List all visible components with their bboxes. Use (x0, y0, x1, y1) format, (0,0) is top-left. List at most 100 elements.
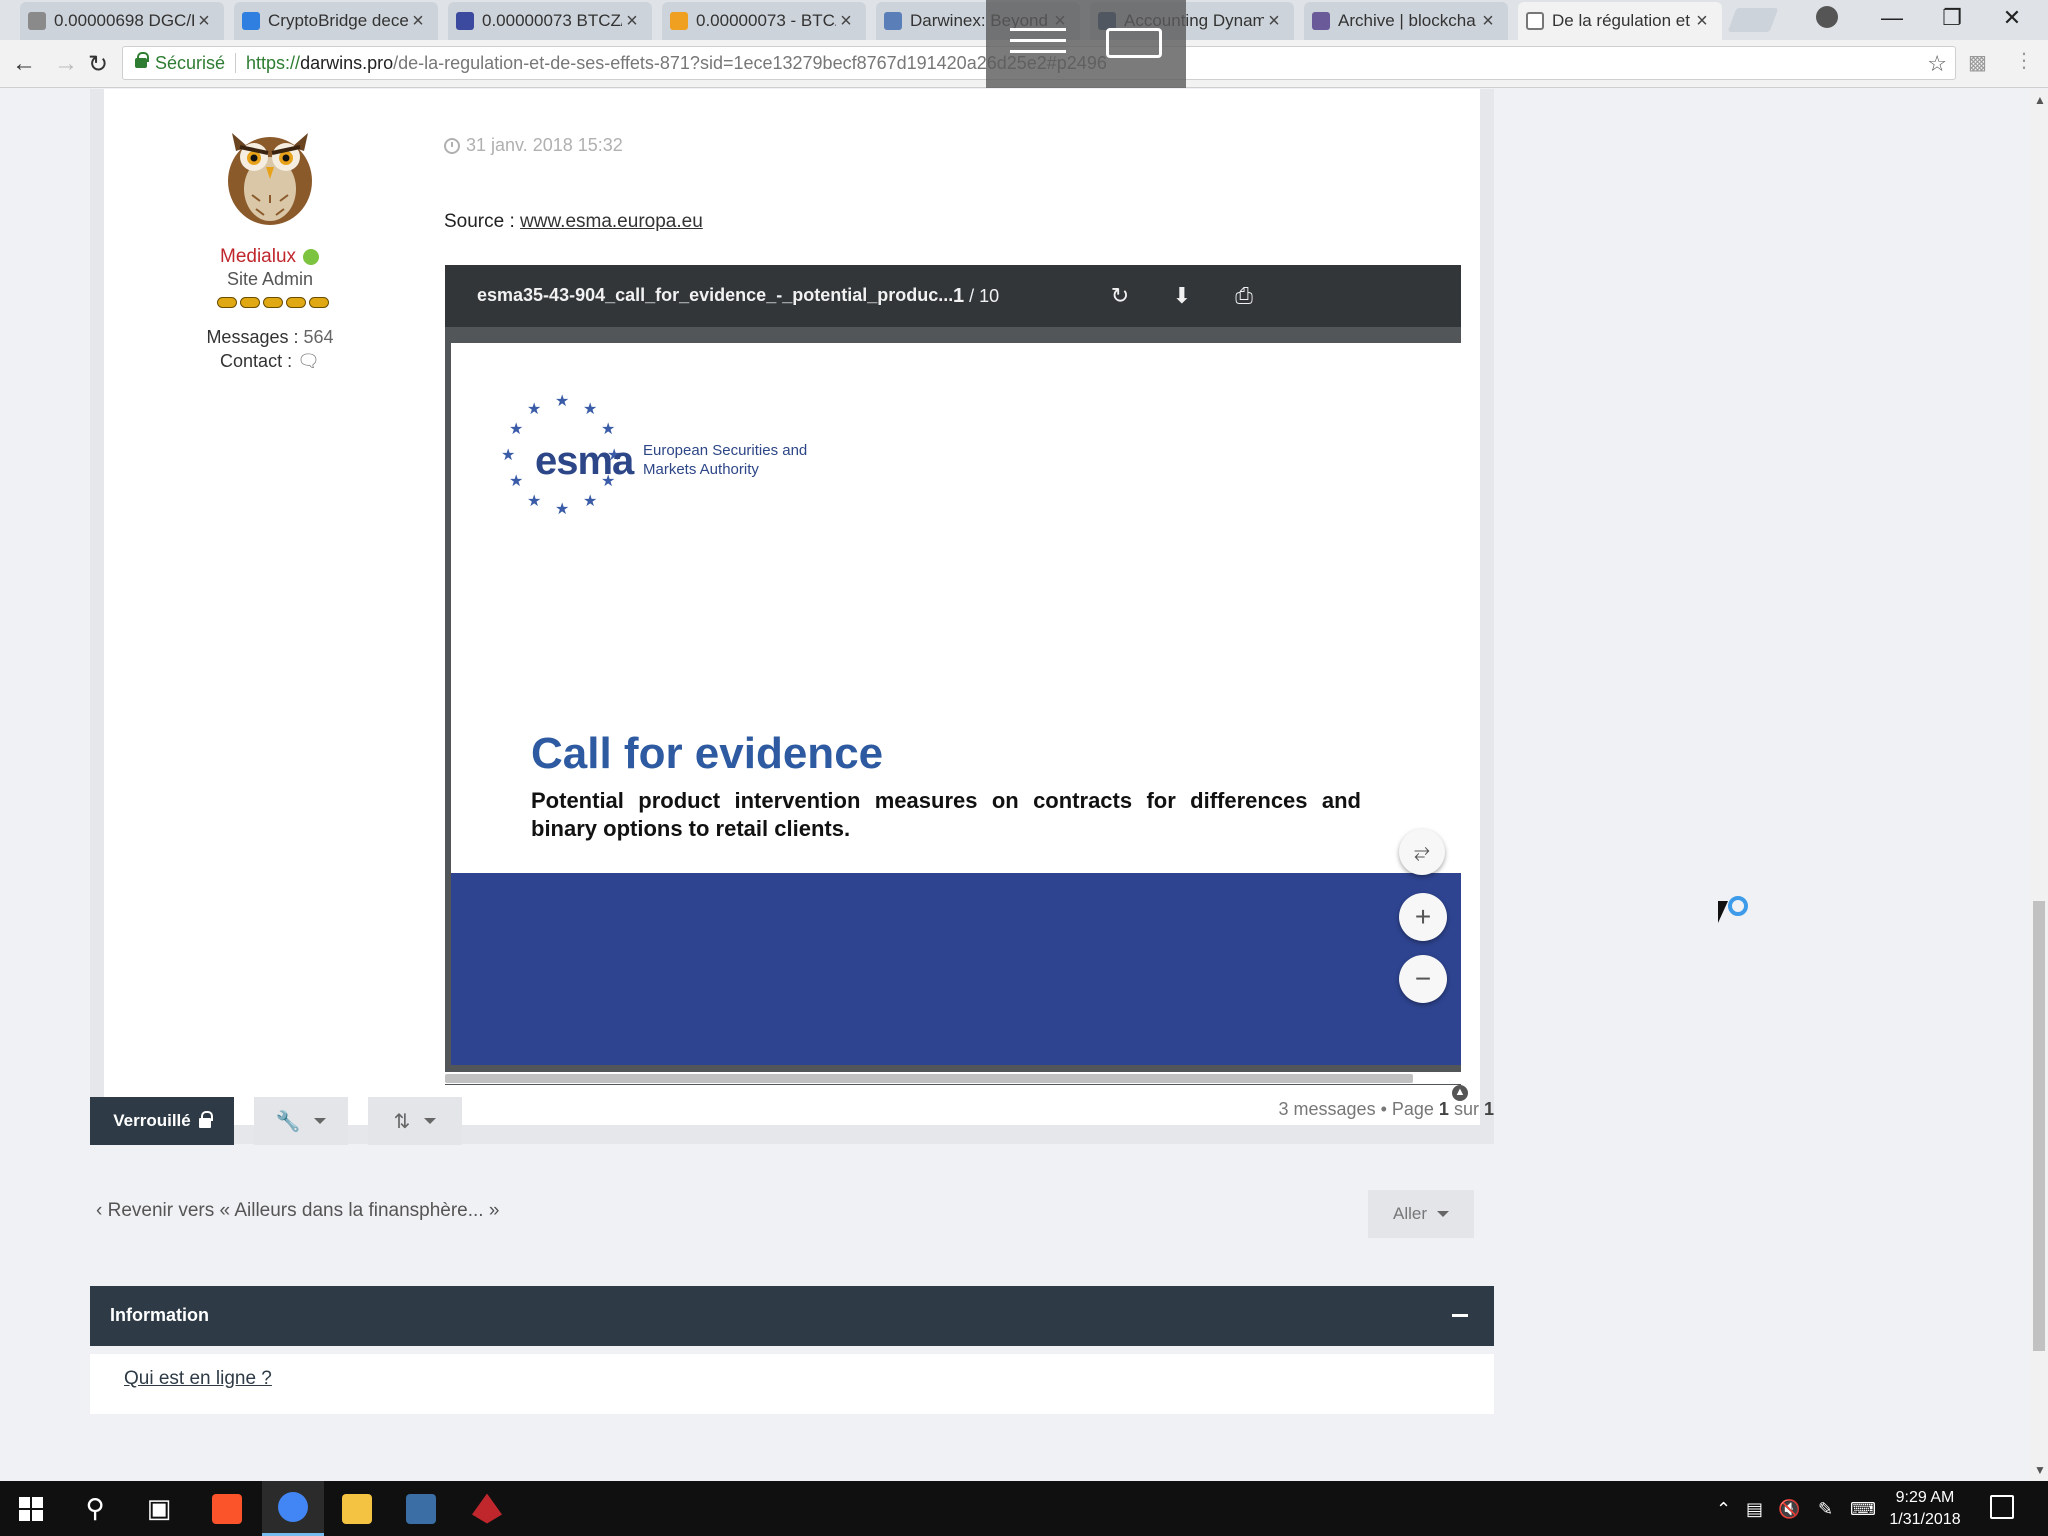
secure-label: Sécurisé (155, 52, 226, 73)
information-title: Information (110, 1305, 209, 1325)
goto-label: Aller (1392, 1204, 1427, 1223)
app-icon[interactable] (390, 1481, 452, 1536)
pdf-page: ★ ★ ★ ★ ★ ★ ★ ★ ★ ★ ★ ★ esma European Se… (451, 343, 1461, 873)
tab-close-icon[interactable]: × (622, 10, 642, 33)
network-icon[interactable]: ▤ (1746, 1499, 1763, 1520)
tab-title: 0.00000073 BTCZ/ (482, 11, 622, 30)
browser-tab[interactable]: CryptoBridge dece × (234, 2, 438, 40)
tab-close-icon[interactable]: × (836, 10, 856, 33)
pdf-page-total: 10 (979, 286, 1000, 306)
tab-close-icon[interactable]: × (1478, 10, 1498, 33)
page-content: Medialux Site Admin Messages : 564 Conta… (0, 89, 2030, 1481)
pagination-total: 1 (1483, 1099, 1494, 1119)
rank-pip (240, 297, 260, 308)
tab-favicon-icon (1312, 12, 1330, 30)
tab-title: 0.00000073 - BTCZ (696, 11, 836, 30)
rotate-icon[interactable]: ↻ (1105, 281, 1135, 311)
scrollbar-thumb[interactable] (445, 1074, 1413, 1083)
messages-count[interactable]: 564 (304, 327, 334, 347)
tab-close-icon[interactable]: × (194, 10, 214, 33)
zoom-out-icon[interactable]: − (1399, 955, 1447, 1003)
tab-title: CryptoBridge dece (268, 11, 408, 30)
print-icon[interactable]: ⎙ (1229, 281, 1259, 311)
rank-pip (217, 297, 237, 308)
keyboard-icon[interactable]: ⌨ (1850, 1499, 1876, 1520)
chat-bubble-icon[interactable]: 🗨 (297, 351, 320, 371)
chevron-left-icon: ‹ (96, 1200, 103, 1221)
wrench-icon: 🔧 (275, 1110, 301, 1133)
extension-icon[interactable]: ▩ (1968, 50, 1994, 74)
contact-label: Contact : (220, 351, 293, 371)
author-name[interactable]: Medialux (220, 246, 296, 268)
pdf-page-current[interactable]: 1 (953, 285, 964, 307)
browser-tab-active[interactable]: De la régulation et × (1518, 2, 1722, 40)
zoom-in-icon[interactable]: + (1399, 893, 1447, 941)
pagination-info: 3 messages • Page 1 sur 1 (1279, 1099, 1494, 1120)
browser-tab[interactable]: 0.00000073 BTCZ/ × (448, 2, 652, 40)
browser-tab[interactable]: 0.00000698 DGC/B × (20, 2, 224, 40)
source-label: Source : (444, 211, 515, 232)
tab-title: Archive | blockcha (1338, 11, 1476, 30)
esma-full-name: European Securities and Markets Authorit… (643, 441, 807, 479)
tab-title: 0.00000698 DGC/B (54, 11, 194, 30)
menu-icon[interactable]: ⋮ (2014, 48, 2040, 72)
source-link[interactable]: www.esma.europa.eu (520, 211, 703, 232)
browser-tab[interactable]: Archive | blockcha × (1304, 2, 1508, 40)
busy-spinner-icon (1728, 896, 1748, 916)
fit-page-icon[interactable]: ⥂ (1399, 829, 1445, 875)
notifications-icon[interactable] (1990, 1495, 2014, 1519)
brave-browser-icon[interactable] (196, 1481, 258, 1536)
forward-icon[interactable]: → (50, 48, 82, 80)
restore-icon[interactable]: ❐ (1924, 0, 1980, 36)
star-icon[interactable]: ☆ (1927, 51, 1947, 77)
keyboard-icon[interactable] (1106, 28, 1162, 58)
download-icon[interactable]: ⬇ (1167, 281, 1197, 311)
pdf-horizontal-scrollbar[interactable] (445, 1072, 1461, 1084)
close-icon[interactable]: ✕ (1984, 0, 2040, 36)
back-link-text: Revenir vers « Ailleurs dans la finansph… (107, 1200, 500, 1221)
back-to-forum-link[interactable]: ‹ Revenir vers « Ailleurs dans la finans… (96, 1200, 499, 1222)
tray-clock[interactable]: 9:29 AM 1/31/2018 (1880, 1487, 1970, 1531)
scroll-down-arrow-icon[interactable]: ▼ (2034, 1463, 2046, 1477)
who-is-online-link[interactable]: Qui est en ligne ? (124, 1368, 272, 1390)
app-icon[interactable] (456, 1481, 518, 1536)
pdf-page-indicator: 1 / 10 (953, 285, 999, 308)
pen-icon[interactable]: ✎ (1818, 1499, 1833, 1520)
chrome-icon[interactable] (262, 1481, 324, 1536)
lock-icon (135, 52, 149, 68)
volume-muted-icon[interactable]: 🔇 (1778, 1499, 1800, 1520)
chevron-up-icon[interactable]: ⌃ (1716, 1499, 1731, 1520)
author-rank: Site Admin (226, 269, 314, 289)
tools-button[interactable]: 🔧 (254, 1097, 348, 1145)
information-header[interactable]: Information (90, 1286, 1494, 1346)
back-icon[interactable]: ← (8, 48, 40, 80)
browser-tab[interactable]: 0.00000073 - BTCZ × (662, 2, 866, 40)
collapse-icon[interactable] (1452, 1314, 1468, 1317)
tab-close-icon[interactable]: × (1692, 10, 1712, 33)
hamburger-menu-icon[interactable] (1010, 28, 1066, 53)
rank-pip (286, 297, 306, 308)
minimize-icon[interactable]: — (1864, 0, 1920, 36)
tab-close-icon[interactable]: × (1264, 10, 1284, 33)
chevron-down-icon (424, 1118, 437, 1124)
scrollbar-thumb[interactable] (2033, 901, 2045, 1351)
esma-name-line: European Securities and (643, 442, 808, 459)
task-view-icon[interactable]: ▣ (128, 1481, 190, 1536)
page-vertical-scrollbar[interactable]: ▲ ▼ (2030, 89, 2048, 1481)
goto-button[interactable]: Aller (1368, 1190, 1474, 1238)
profile-icon[interactable] (1816, 6, 1838, 28)
new-tab-button[interactable] (1727, 8, 1779, 32)
windows-logo-icon (19, 1496, 43, 1521)
search-icon[interactable]: ⚲ (64, 1481, 126, 1536)
locked-button[interactable]: Verrouillé (90, 1097, 234, 1145)
file-explorer-icon[interactable] (326, 1481, 388, 1536)
pdf-filename: esma35-43-904_call_for_evidence_-_potent… (477, 285, 954, 305)
rank-pip (309, 297, 329, 308)
scroll-up-arrow-icon[interactable]: ▲ (2034, 93, 2046, 107)
reload-icon[interactable]: ↻ (82, 48, 114, 80)
pagination-current: 1 (1438, 1099, 1449, 1119)
sort-button[interactable]: ⇅ (368, 1097, 462, 1145)
start-button[interactable] (0, 1481, 62, 1536)
tab-favicon-icon (456, 12, 474, 30)
tab-close-icon[interactable]: × (408, 10, 428, 33)
